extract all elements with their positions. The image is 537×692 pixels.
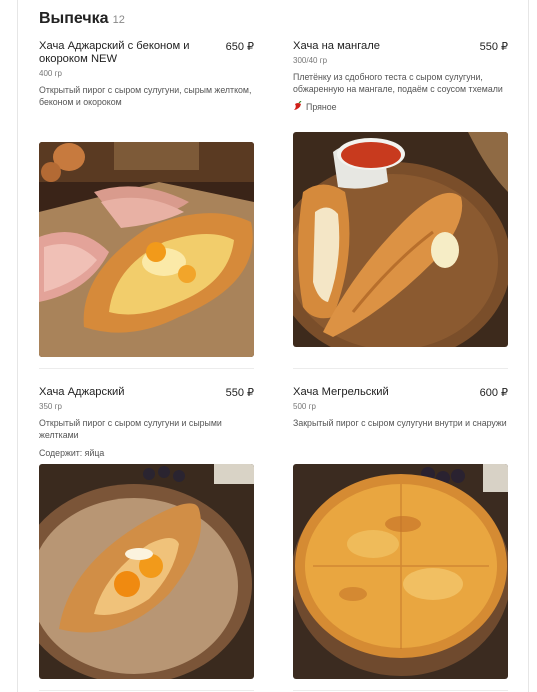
card-divider xyxy=(293,690,508,691)
menu-item-price: 600 ₽ xyxy=(479,387,508,399)
menu-item-name[interactable]: Хача Аджарский с беконом и окороком NEW xyxy=(39,40,214,66)
menu-item-tag: Пряное xyxy=(293,100,508,113)
menu-item-header: Хача на мангале 550 ₽ xyxy=(293,40,508,53)
section-count: 12 xyxy=(112,14,125,26)
card-divider xyxy=(39,368,254,369)
section-title: Выпечка xyxy=(39,10,109,27)
menu-item-header: Хача Мегрельский 600 ₽ xyxy=(293,386,508,399)
menu-item-description: Открытый пирог с сыром сулугуни, сырым ж… xyxy=(39,85,252,107)
content-border-right xyxy=(528,0,529,692)
menu-item-photo[interactable] xyxy=(39,464,254,679)
menu-item-description: Закрытый пирог с сыром сулугуни внутри и… xyxy=(293,418,507,428)
section-header: Выпечка 12 xyxy=(39,10,125,28)
menu-item-weight: 350 гр xyxy=(39,402,62,411)
menu-item-name[interactable]: Хача Мегрельский xyxy=(293,386,468,399)
menu-item-card[interactable]: Хача Аджарский 550 ₽ 350 гр Открытый пир… xyxy=(39,386,254,679)
menu-item-description: Открытый пирог с сыром сулугуни и сырыми… xyxy=(39,418,222,440)
menu-item-photo[interactable] xyxy=(293,464,508,679)
menu-item-weight: 500 гр xyxy=(293,402,316,411)
chili-pepper-icon xyxy=(293,100,303,113)
menu-item-card[interactable]: Хача Аджарский с беконом и окороком NEW … xyxy=(39,40,254,357)
menu-item-header: Хача Аджарский с беконом и окороком NEW … xyxy=(39,40,254,66)
menu-item-photo[interactable] xyxy=(293,132,508,347)
menu-item-price: 550 ₽ xyxy=(479,41,508,53)
menu-item-name[interactable]: Хача на мангале xyxy=(293,40,468,53)
card-divider xyxy=(293,368,508,369)
menu-item-weight: 300/40 гр xyxy=(293,56,328,65)
menu-item-price: 550 ₽ xyxy=(225,387,254,399)
menu-item-header: Хача Аджарский 550 ₽ xyxy=(39,386,254,399)
menu-item-allergens: Содержит: яйца xyxy=(39,448,105,458)
content-border-left xyxy=(17,0,18,692)
menu-item-photo[interactable] xyxy=(39,142,254,357)
menu-item-weight: 400 гр xyxy=(39,69,62,78)
menu-item-tag-label: Пряное xyxy=(306,102,337,112)
menu-item-description: Плетёнку из сдобного теста с сыром сулуг… xyxy=(293,72,503,94)
card-divider xyxy=(39,690,254,691)
menu-item-name[interactable]: Хача Аджарский xyxy=(39,386,214,399)
menu-item-card[interactable]: Хача на мангале 550 ₽ 300/40 гр Плетёнку… xyxy=(293,40,508,347)
menu-page: Выпечка 12 Хача Аджарский с беконом и око… xyxy=(0,0,537,692)
menu-item-price: 650 ₽ xyxy=(225,41,254,53)
menu-item-card[interactable]: Хача Мегрельский 600 ₽ 500 гр Закрытый п… xyxy=(293,386,508,679)
